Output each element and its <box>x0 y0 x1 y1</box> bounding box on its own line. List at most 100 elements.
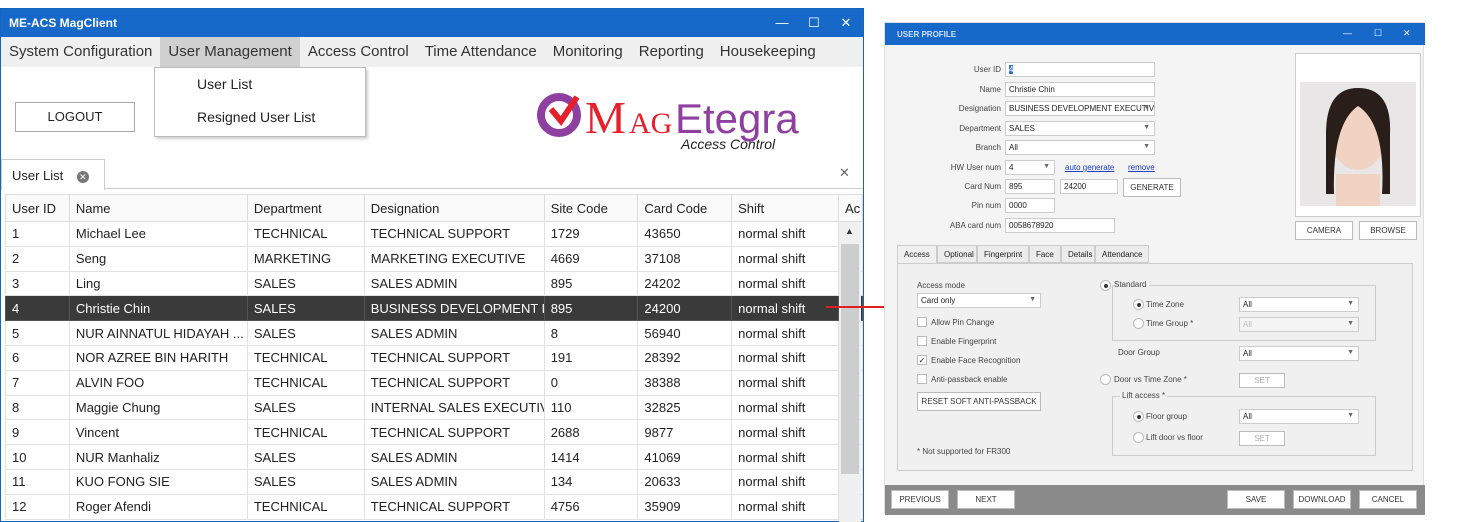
card-num-field[interactable]: 895 <box>1005 179 1055 194</box>
close-panel-icon[interactable]: ✕ <box>839 165 850 181</box>
table-cell: 110 <box>543 394 639 421</box>
menu-access-control[interactable]: Access Control <box>300 37 417 67</box>
download-button[interactable]: DOWNLOAD <box>1293 490 1351 509</box>
table-row[interactable]: 9 Vincent TECHNICAL TECHNICAL SUPPORT 2688 98… <box>5 419 864 446</box>
camera-button[interactable]: CAMERA <box>1295 221 1353 240</box>
door-group-select[interactable]: All ▼ <box>1239 346 1359 361</box>
column-header[interactable]: Name <box>68 194 248 222</box>
aba-field[interactable]: 0058678920 <box>1005 218 1115 233</box>
table-row[interactable]: 1 Michael Lee TECHNICAL TECHNICAL SUPPORT 17… <box>5 221 864 247</box>
column-header[interactable]: User ID <box>5 194 70 222</box>
door-vs-tz-radio[interactable] <box>1100 374 1111 385</box>
minimize-button[interactable]: — <box>1343 28 1352 38</box>
column-header[interactable]: Card Code <box>637 194 733 222</box>
menu-item-user-list[interactable]: User List <box>197 76 252 92</box>
maximize-button[interactable]: ☐ <box>799 9 829 37</box>
menu-housekeeping[interactable]: Housekeeping <box>712 37 824 67</box>
tab-face[interactable]: Face <box>1029 245 1061 263</box>
door-vs-tz-set-button[interactable]: SET <box>1239 373 1285 388</box>
time-group-radio[interactable] <box>1133 318 1144 329</box>
vertical-scrollbar[interactable]: ▲ <box>839 222 861 522</box>
designation-field[interactable]: BUSINESS DEVELOPMENT EXECUTIVE ▼ <box>1005 101 1155 116</box>
dialog-footer: PREVIOUS NEXT SAVE DOWNLOAD CANCEL <box>885 485 1425 515</box>
menu-time-attendance[interactable]: Time Attendance <box>417 37 545 67</box>
minimize-button[interactable]: — <box>767 9 797 37</box>
table-row[interactable]: 6 NOR AZREE BIN HARITH TECHNICAL TECHNICAL … <box>5 344 864 371</box>
field-value: 24200 <box>1064 182 1087 191</box>
save-button[interactable]: SAVE <box>1227 490 1285 509</box>
access-mode-select[interactable]: Card only ▼ <box>917 293 1041 308</box>
browse-button[interactable]: BROWSE <box>1359 221 1417 240</box>
tab-attendance[interactable]: Attendance <box>1095 245 1149 263</box>
table-cell: TECHNICAL SUPPORT <box>363 419 545 446</box>
auto-generate-link[interactable]: auto generate <box>1065 163 1114 172</box>
table-row[interactable]: 12 Roger Afendi TECHNICAL TECHNICAL SUPPORT… <box>5 493 864 520</box>
department-field[interactable]: SALES ▼ <box>1005 121 1155 136</box>
tab-fingerprint[interactable]: Fingerprint <box>977 245 1029 263</box>
column-header[interactable]: Site Code <box>543 194 639 222</box>
tab-details[interactable]: Details <box>1061 245 1095 263</box>
pin-num-field[interactable]: 0000 <box>1005 198 1055 213</box>
table-cell: 11 <box>5 468 70 495</box>
remove-link[interactable]: remove <box>1128 163 1155 172</box>
checkbox[interactable]: ✓ <box>917 355 927 365</box>
chevron-down-icon: ▼ <box>1347 349 1354 356</box>
close-tab-icon[interactable]: ✕ <box>76 171 89 183</box>
checkbox[interactable] <box>917 374 927 384</box>
table-row[interactable]: 8 Maggie Chung SALES INTERNAL SALES EXECUTI… <box>5 394 864 421</box>
user-management-dropdown: User List Resigned User List <box>154 67 366 137</box>
column-header[interactable]: Designation <box>363 194 545 222</box>
menu-system-configuration[interactable]: System Configuration <box>1 37 160 67</box>
time-zone-select[interactable]: All ▼ <box>1239 297 1359 312</box>
table-row[interactable]: 5 NUR AINNATUL HIDAYAH ... SALES SALES ADMI… <box>5 320 864 346</box>
checkbox-label: Enable Fingerprint <box>931 337 997 346</box>
scroll-thumb[interactable] <box>841 244 859 474</box>
table-row[interactable]: 3 Ling SALES SALES ADMIN 895 24202 normal shif… <box>5 270 864 297</box>
hw-user-num-field[interactable]: 4 ▼ <box>1005 160 1055 175</box>
table-row[interactable]: 10 NUR Manhaliz SALES SALES ADMIN 1414 41069 n… <box>5 444 864 470</box>
table-cell: normal shift <box>731 468 839 495</box>
table-row[interactable]: 4 Christie Chin SALES BUSINESS DEVELOPMENT … <box>5 295 864 322</box>
column-header[interactable]: Ac <box>837 194 864 222</box>
menu-reporting[interactable]: Reporting <box>631 37 712 67</box>
column-header[interactable]: Shift <box>731 194 839 222</box>
next-button[interactable]: NEXT <box>957 490 1015 509</box>
cancel-button[interactable]: CANCEL <box>1359 490 1417 509</box>
table-cell: INTERNAL SALES EXECUTIVE <box>363 394 545 421</box>
checkbox[interactable] <box>917 317 927 327</box>
tab-optional[interactable]: Optional <box>937 245 977 263</box>
table-cell: ALVIN FOO <box>68 369 248 396</box>
maximize-button[interactable]: ☐ <box>1374 28 1382 39</box>
tab-access[interactable]: Access <box>897 245 937 264</box>
name-field[interactable]: Christie Chin <box>1005 82 1155 97</box>
floor-group-select[interactable]: All ▼ <box>1239 409 1359 424</box>
logout-button[interactable]: LOGOUT <box>15 102 135 132</box>
reset-anti-passback-button[interactable]: RESET SOFT ANTI-PASSBACK <box>917 392 1041 411</box>
scroll-up-icon[interactable]: ▲ <box>845 226 854 236</box>
table-row[interactable]: 2 Seng MARKETING MARKETING EXECUTIVE 4669 371… <box>5 245 864 272</box>
table-row[interactable]: 11 KUO FONG SIE SALES SALES ADMIN 134 20633 no… <box>5 468 864 495</box>
menu-item-resigned-user-list[interactable]: Resigned User List <box>197 109 315 125</box>
door-group-value: All <box>1243 349 1252 358</box>
floor-group-radio[interactable] <box>1133 411 1144 422</box>
generate-button[interactable]: GENERATE <box>1123 178 1181 197</box>
card-code-field[interactable]: 24200 <box>1060 179 1118 194</box>
lift-door-radio[interactable] <box>1133 432 1144 443</box>
checkbox[interactable] <box>917 336 927 346</box>
chevron-down-icon: ▼ <box>1143 104 1150 111</box>
menu-monitoring[interactable]: Monitoring <box>545 37 631 67</box>
column-header[interactable]: Department <box>246 194 365 222</box>
door-vs-tz-label: Door vs Time Zone * <box>1114 375 1187 384</box>
close-button[interactable]: ✕ <box>1403 28 1411 39</box>
tab-user-list[interactable]: User List ✕ <box>1 159 105 190</box>
standard-radio[interactable] <box>1100 280 1111 291</box>
close-button[interactable]: ✕ <box>831 9 861 37</box>
previous-button[interactable]: PREVIOUS <box>891 490 949 509</box>
table-row[interactable]: 7 ALVIN FOO TECHNICAL TECHNICAL SUPPORT 0 383… <box>5 369 864 396</box>
lift-door-set-button[interactable]: SET <box>1239 431 1285 446</box>
branch-field[interactable]: All ▼ <box>1005 140 1155 155</box>
menu-user-management[interactable]: User Management <box>160 37 300 67</box>
user-id-field[interactable]: 4 <box>1005 62 1155 77</box>
table-cell: 4 <box>5 295 70 322</box>
time-zone-radio[interactable] <box>1133 299 1144 310</box>
